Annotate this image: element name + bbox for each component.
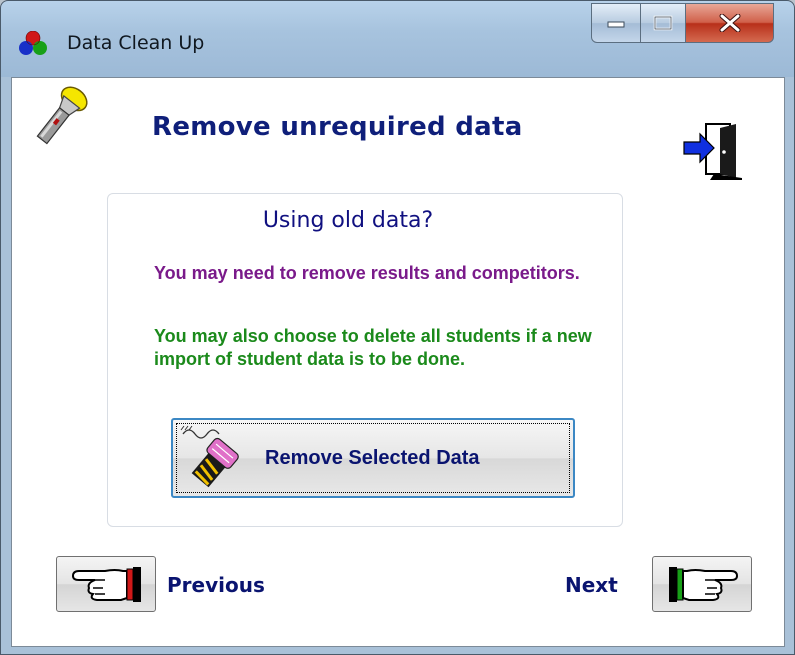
page-heading: Remove unrequired data — [152, 112, 523, 142]
panel-title: Using old data? — [262, 208, 434, 233]
pointing-hand-right-icon — [669, 567, 739, 602]
pointing-hand-left-icon — [71, 567, 141, 602]
maximize-button[interactable] — [641, 3, 686, 43]
window-controls — [591, 3, 774, 45]
previous-button[interactable] — [56, 556, 156, 612]
remove-selected-data-button[interactable]: Remove Selected Data — [171, 418, 575, 498]
data-clean-up-window: Data Clean Up Remove unrequired data Usi… — [0, 0, 795, 655]
flashlight-icon — [36, 86, 88, 145]
client-area: Remove unrequired data Using old data? Y… — [11, 77, 785, 647]
minimize-icon — [607, 21, 625, 28]
close-icon — [719, 14, 740, 32]
previous-label[interactable]: Previous — [167, 573, 265, 597]
maximize-icon — [653, 15, 673, 31]
eraser-icon — [180, 425, 239, 488]
close-button[interactable] — [686, 3, 774, 43]
window-title: Data Clean Up — [67, 32, 205, 54]
title-bar[interactable]: Data Clean Up — [1, 1, 794, 77]
remove-results-message: You may need to remove results and compe… — [154, 263, 580, 283]
delete-students-message: You may also choose to delete all studen… — [154, 326, 592, 369]
next-label[interactable]: Next — [565, 573, 618, 597]
minimize-button[interactable] — [591, 3, 641, 43]
tricolor-balls-icon — [19, 31, 47, 55]
remove-selected-data-label: Remove Selected Data — [265, 447, 480, 469]
next-button[interactable] — [652, 556, 752, 612]
info-panel: Using old data? You may need to remove r… — [107, 193, 623, 527]
exit-door-icon[interactable] — [680, 120, 742, 182]
